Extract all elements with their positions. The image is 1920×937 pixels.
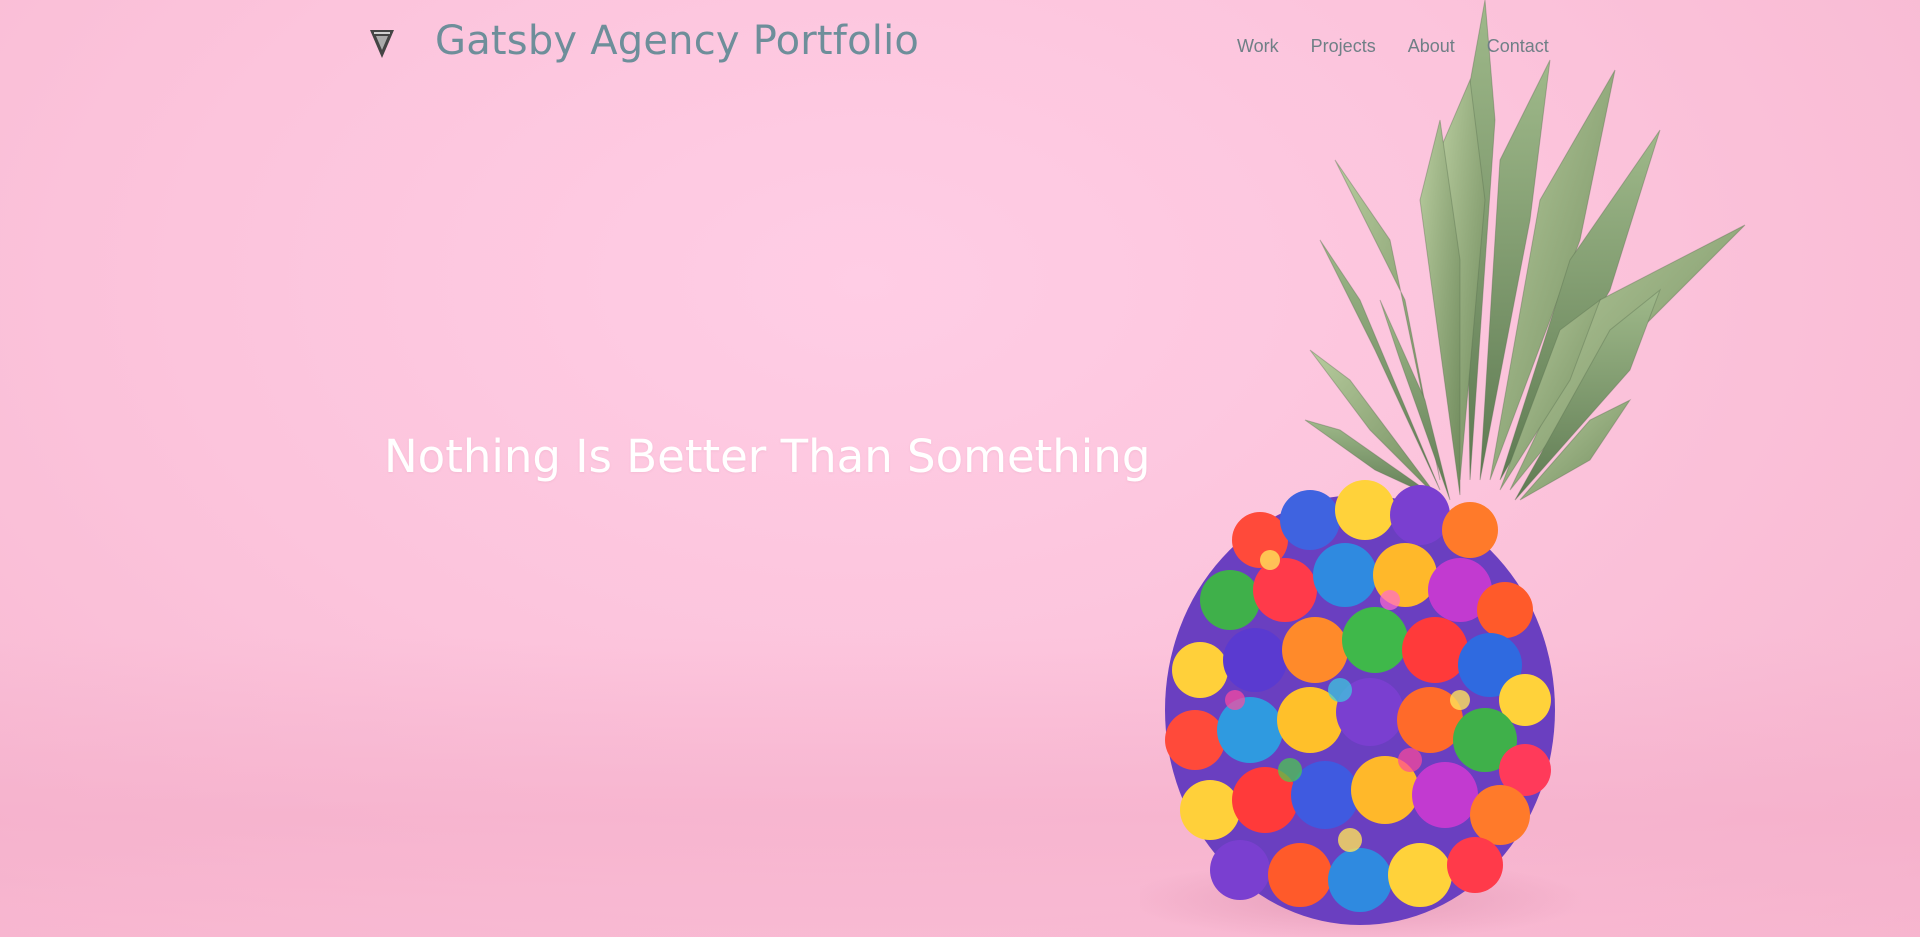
nav-item-about[interactable]: About [1408,36,1455,57]
main-nav: Work Projects About Contact [1237,36,1581,57]
gatsby-logo-icon[interactable] [368,28,396,60]
nav-item-projects[interactable]: Projects [1311,36,1376,57]
nav-item-contact[interactable]: Contact [1487,36,1549,57]
hero-headline: Nothing Is Better Than Something [384,430,1151,483]
site-title[interactable]: Gatsby Agency Portfolio [435,18,919,64]
site-header: Gatsby Agency Portfolio Work Projects Ab… [0,0,1920,90]
pineapple-image [1140,0,1746,937]
nav-item-work[interactable]: Work [1237,36,1279,57]
page: Gatsby Agency Portfolio Work Projects Ab… [0,0,1920,937]
